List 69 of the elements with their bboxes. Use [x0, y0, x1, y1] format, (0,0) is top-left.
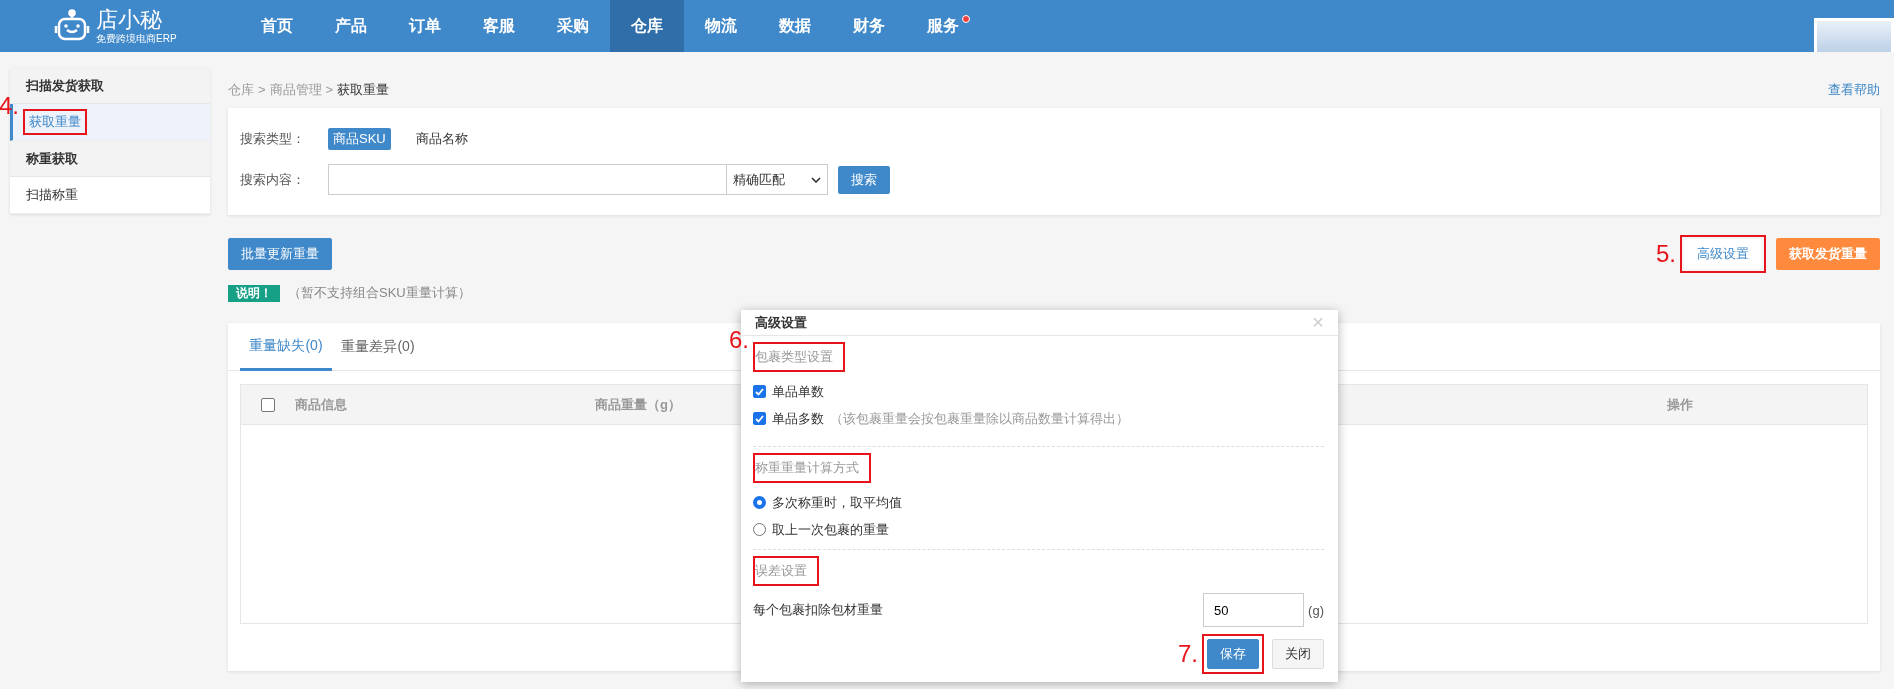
- field-label: 搜索类型：: [240, 130, 306, 148]
- nav-item[interactable]: 服务: [906, 0, 980, 52]
- logo-title: 店小秘: [96, 8, 163, 31]
- field-label: 搜索内容：: [240, 170, 306, 189]
- radio-option[interactable]: 多次称重时，取平均值: [753, 489, 1324, 516]
- unit-label: (g): [1308, 602, 1324, 618]
- checkbox[interactable]: [753, 412, 766, 425]
- option-hint: （该包裹重量会按包裹重量除以商品数量计算得出）: [830, 409, 1129, 428]
- breadcrumb-separator: >: [258, 82, 266, 97]
- sidebar-group-title: 扫描发货获取: [10, 68, 210, 104]
- search-button[interactable]: 搜索: [838, 165, 890, 194]
- annotation-number: 6.: [729, 326, 749, 355]
- fetch-weight-button[interactable]: 获取发货重量: [1776, 238, 1880, 270]
- nav-item[interactable]: 仓库: [610, 0, 684, 52]
- dialog-button[interactable]: 关闭: [1272, 639, 1324, 669]
- advanced-settings-button[interactable]: 高级设置: [1684, 239, 1762, 269]
- column-header: 商品信息: [295, 395, 348, 414]
- column-header: 商品重量（g）: [595, 395, 682, 414]
- sidebar-item-label: 扫描称重: [26, 186, 78, 204]
- checkbox[interactable]: [753, 385, 766, 398]
- note-badge: 说明！: [228, 284, 280, 302]
- sidebar-group-title: 称重获取: [10, 141, 210, 177]
- tab[interactable]: 重量缺失(0): [240, 323, 332, 371]
- nav-item[interactable]: 采购: [536, 0, 610, 52]
- radio-button[interactable]: [753, 523, 766, 536]
- breadcrumb-separator: >: [325, 82, 334, 97]
- search-type-option[interactable]: 商品名称: [410, 128, 473, 150]
- column-header: 操作: [1667, 395, 1694, 414]
- dialog-button[interactable]: 保存: [1207, 639, 1259, 669]
- breadcrumb-item: 获取重量: [337, 82, 390, 97]
- option-label: 取上一次包裹的重量: [772, 520, 889, 539]
- option-label: 多次称重时，取平均值: [772, 493, 902, 512]
- radio-option[interactable]: 取上一次包裹的重量: [753, 516, 1324, 543]
- dialog-title: 高级设置: [755, 313, 807, 332]
- nav-item[interactable]: 产品: [314, 0, 388, 52]
- match-dropdown[interactable]: 精确匹配: [726, 165, 827, 194]
- help-link[interactable]: 查看帮助: [1828, 81, 1880, 99]
- search-type-option[interactable]: 商品SKU: [328, 128, 391, 150]
- weight-input[interactable]: 50: [1203, 593, 1305, 627]
- select-all-checkbox[interactable]: [261, 397, 275, 412]
- bulk-update-button[interactable]: 批量更新重量: [228, 238, 332, 270]
- option-label: 单品单数: [772, 382, 824, 401]
- chevron-down-icon: [811, 176, 821, 183]
- section-title: 称重重量计算方式: [755, 459, 859, 477]
- nav-item[interactable]: 客服: [462, 0, 536, 52]
- breadcrumb-item[interactable]: 仓库: [228, 82, 254, 97]
- option-label: 单品多数: [772, 409, 824, 428]
- nav-item[interactable]: 首页: [240, 0, 314, 52]
- breadcrumb-item[interactable]: 商品管理: [269, 82, 322, 97]
- robot-icon: [54, 9, 90, 43]
- nav-item[interactable]: 数据: [758, 0, 832, 52]
- field-label: 每个包裹扣除包材重量: [753, 601, 883, 619]
- tab[interactable]: 重量差异(0): [332, 323, 424, 371]
- logo-subtitle: 免费跨境电商ERP: [96, 33, 177, 44]
- checkbox-option[interactable]: 单品单数: [753, 378, 1324, 405]
- radio-button[interactable]: [753, 496, 766, 509]
- section-title: 误差设置: [755, 562, 807, 580]
- search-field[interactable]: 精确匹配: [328, 164, 828, 195]
- nav-item[interactable]: 订单: [388, 0, 462, 52]
- nav-item[interactable]: 财务: [832, 0, 906, 52]
- sidebar-item-label: 获取重量: [29, 113, 81, 131]
- annotation-number: 7.: [1178, 640, 1198, 668]
- account-thumbnail[interactable]: [1814, 18, 1894, 52]
- checkbox-option[interactable]: 单品多数 （该包裹重量会按包裹重量除以商品数量计算得出）: [753, 405, 1324, 432]
- section-title: 包裹类型设置: [755, 348, 833, 366]
- sidebar-item[interactable]: 扫描称重: [10, 177, 210, 214]
- note-text: （暂不支持组合SKU重量计算）: [288, 284, 471, 302]
- annotation-number: 5.: [1656, 240, 1676, 268]
- nav-item[interactable]: 物流: [684, 0, 758, 52]
